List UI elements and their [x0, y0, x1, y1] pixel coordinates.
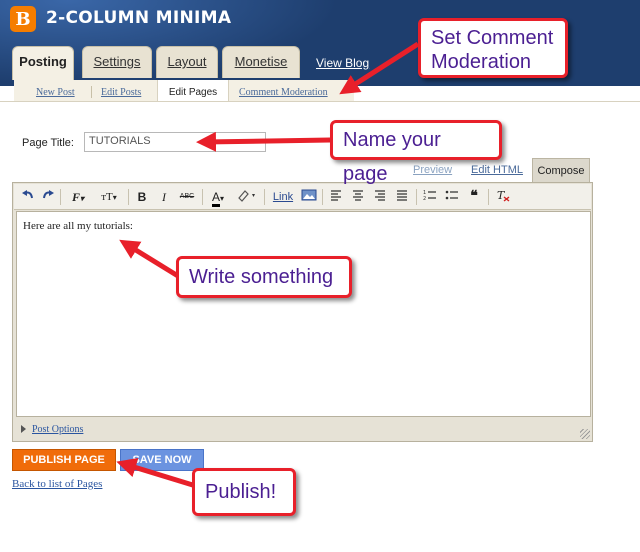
publish-page-button[interactable]: PUBLISH PAGE	[12, 449, 116, 471]
text-color-icon[interactable]: A▾	[206, 188, 230, 207]
subtab-edit-pages[interactable]: Edit Pages	[157, 80, 229, 102]
view-blog-link[interactable]: View Blog	[316, 56, 369, 70]
subtab-new-post[interactable]: New Post	[36, 80, 75, 102]
highlight-color-icon[interactable]	[234, 188, 260, 206]
tab-settings[interactable]: Settings	[82, 46, 152, 78]
expand-arrow-icon[interactable]	[21, 425, 26, 433]
toolbar-divider	[488, 189, 489, 205]
subtab-comment-moderation[interactable]: Comment Moderation	[239, 80, 328, 102]
tab-posting[interactable]: Posting	[12, 46, 74, 80]
page-title-input[interactable]: TUTORIALS	[84, 132, 266, 152]
tab-monetise[interactable]: Monetise	[222, 46, 300, 78]
callout-comment-moderation: Set Comment Moderation	[418, 18, 568, 78]
text-color-glyph: A	[211, 190, 220, 207]
post-editor: F▾ тT▾ B I ABC A▾ Link 12 ❝ T Here are a…	[12, 182, 593, 442]
toolbar-divider	[322, 189, 323, 205]
italic-button[interactable]: I	[156, 188, 172, 206]
font-family-icon[interactable]: F▾	[66, 188, 90, 206]
blogger-logo-icon[interactable]: B	[10, 6, 36, 32]
toolbar-divider	[60, 189, 61, 205]
toolbar-divider	[416, 189, 417, 205]
callout-publish: Publish!	[192, 468, 296, 516]
font-glyph: F	[71, 190, 80, 204]
size-glyph: тT	[101, 191, 113, 203]
editor-toolbar: F▾ тT▾ B I ABC A▾ Link 12 ❝ T	[14, 184, 591, 210]
remove-formatting-icon[interactable]: T	[494, 188, 512, 206]
size-caret-icon: ▾	[112, 193, 117, 202]
undo-icon[interactable]	[20, 188, 36, 206]
editor-content-area[interactable]: Here are all my tutorials:	[16, 211, 591, 417]
editor-text[interactable]: Here are all my tutorials:	[23, 220, 133, 232]
toolbar-divider	[202, 189, 203, 205]
blockquote-icon[interactable]: ❝	[466, 188, 482, 206]
text-color-caret-icon: ▾	[220, 194, 225, 203]
insert-image-icon[interactable]	[300, 188, 318, 206]
tab-edit-html[interactable]: Edit HTML	[464, 158, 530, 182]
font-size-icon[interactable]: тT▾	[96, 188, 122, 206]
link-button[interactable]: Link	[270, 188, 296, 206]
toolbar-divider	[128, 189, 129, 205]
tab-compose[interactable]: Compose	[532, 158, 590, 184]
resize-grip-icon[interactable]	[580, 429, 590, 439]
tab-layout[interactable]: Layout	[156, 46, 218, 78]
callout-name-page: Name your page	[330, 120, 502, 185]
page-title-label: Page Title:	[22, 137, 74, 149]
back-to-pages-link[interactable]: Back to list of Pages	[12, 478, 102, 490]
toolbar-divider	[264, 189, 265, 205]
blog-title: 2-COLUMN MINIMA	[46, 8, 232, 28]
callout-write-something: Write something	[176, 256, 352, 298]
subtab-underline	[0, 101, 640, 102]
svg-text:2: 2	[423, 196, 426, 201]
strikethrough-button[interactable]: ABC	[176, 188, 198, 206]
post-options-link[interactable]: Post Options	[32, 424, 83, 435]
save-now-button[interactable]: SAVE NOW	[120, 449, 204, 471]
subtab-divider	[91, 86, 92, 98]
font-caret-icon: ▾	[80, 194, 85, 203]
tab-preview[interactable]: Preview	[413, 158, 452, 182]
numbered-list-icon[interactable]: 12	[422, 188, 438, 206]
bullet-list-icon[interactable]	[444, 188, 460, 206]
align-left-icon[interactable]	[328, 188, 344, 206]
subtab-edit-posts[interactable]: Edit Posts	[101, 80, 141, 102]
redo-icon[interactable]	[40, 188, 56, 206]
align-justify-icon[interactable]	[394, 188, 410, 206]
bold-button[interactable]: B	[134, 188, 150, 206]
